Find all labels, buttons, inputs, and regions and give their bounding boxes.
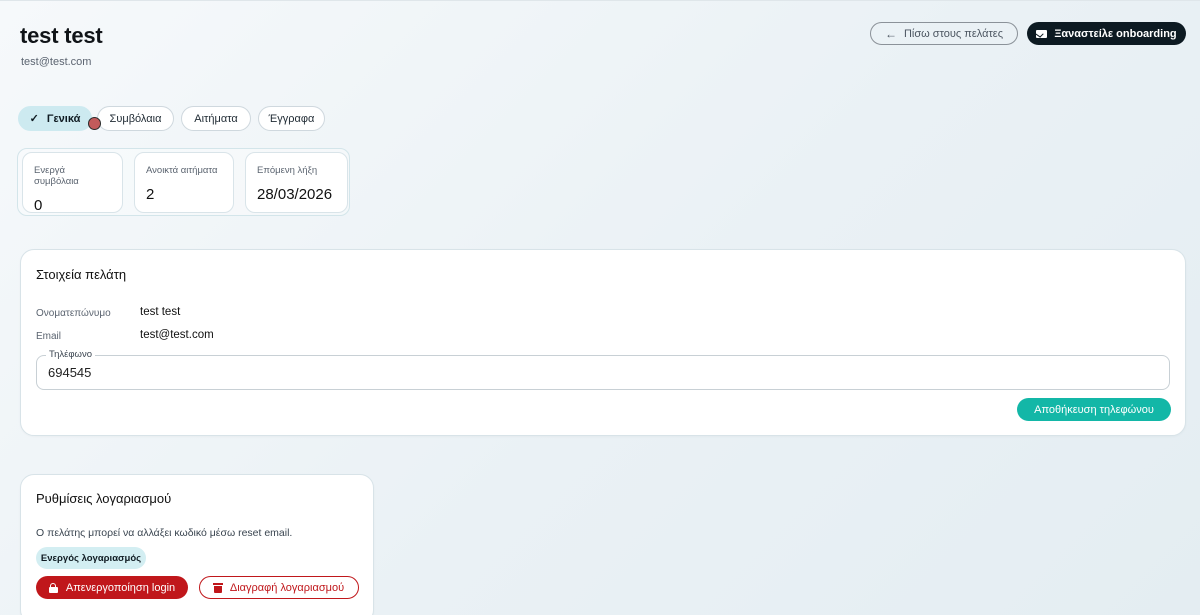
stat-value: 0 bbox=[34, 197, 43, 214]
stat-value: 28/03/2026 bbox=[257, 186, 333, 203]
save-phone-button[interactable]: Αποθήκευση τηλεφώνου bbox=[1017, 398, 1171, 421]
customer-details-card: Στοιχεία πελάτη Ονοματεπώνυμο test test … bbox=[20, 249, 1186, 436]
reset-info-text: Ο πελάτης μπορεί να αλλάξει κωδικό μέσω … bbox=[36, 527, 293, 539]
status-badge: Ενεργός λογαριασμός bbox=[36, 547, 146, 569]
onboarding-button-label: Ξαναστείλε onboarding bbox=[1054, 27, 1177, 40]
phone-input[interactable] bbox=[48, 365, 648, 380]
email-label: Email bbox=[36, 331, 62, 342]
resend-onboarding-button[interactable]: Ξαναστείλε onboarding bbox=[1027, 22, 1186, 45]
back-button-label: Πίσω στους πελάτες bbox=[903, 27, 1004, 40]
lock-icon bbox=[48, 582, 58, 593]
arrow-left-icon: ← bbox=[884, 26, 897, 41]
email-value: test@test.com bbox=[140, 329, 214, 341]
page-subtitle-email: test@test.com bbox=[21, 56, 92, 68]
stat-label: Επόμενη λήξη bbox=[257, 165, 318, 176]
stat-label: Ενεργά συμβόλαια bbox=[34, 165, 79, 187]
check-icon: ✓ bbox=[29, 113, 39, 125]
stat-value: 2 bbox=[146, 186, 155, 203]
tab-documents-label: Έγγραφα bbox=[268, 112, 315, 125]
tab-contracts-label: Συμβόλαια bbox=[109, 112, 162, 125]
fullname-value: test test bbox=[140, 306, 181, 318]
phone-field[interactable]: Τηλέφωνο bbox=[36, 349, 1170, 390]
tab-documents[interactable]: Έγγραφα bbox=[258, 106, 325, 131]
delete-account-button[interactable]: Διαγραφή λογαριασμού bbox=[199, 576, 359, 599]
fullname-label: Ονοματεπώνυμο bbox=[36, 308, 111, 319]
stat-active-contracts: Ενεργά συμβόλαια 0 bbox=[22, 152, 123, 214]
stat-label: Ανοικτά αιτήματα bbox=[146, 165, 218, 176]
card-title: Ρυθμίσεις λογαριασμού bbox=[36, 491, 172, 506]
account-settings-card: Ρυθμίσεις λογαριασμού Ο πελάτης μπορεί ν… bbox=[20, 474, 374, 615]
stat-next-expiry: Επόμενη λήξη 28/03/2026 bbox=[245, 152, 348, 213]
tab-contracts[interactable]: Συμβόλαια bbox=[97, 106, 174, 131]
card-title: Στοιχεία πελάτη bbox=[36, 267, 127, 282]
cursor-indicator bbox=[88, 117, 101, 130]
page-title: test test bbox=[20, 23, 103, 48]
disable-login-label: Απενεργοποίηση login bbox=[65, 581, 176, 594]
tab-requests[interactable]: Αιτήματα bbox=[181, 106, 251, 131]
stat-open-requests: Ανοικτά αιτήματα 2 bbox=[134, 152, 234, 213]
mail-check-icon bbox=[1036, 29, 1048, 38]
top-divider bbox=[0, 0, 1200, 1]
phone-field-label: Τηλέφωνο bbox=[46, 349, 95, 360]
disable-login-button[interactable]: Απενεργοποίηση login bbox=[36, 576, 188, 599]
trash-icon bbox=[212, 582, 223, 593]
tab-requests-label: Αιτήματα bbox=[194, 112, 238, 125]
tab-general-label: Γενικά bbox=[46, 112, 81, 125]
stats-group: Ενεργά συμβόλαια 0 Ανοικτά αιτήματα 2 Επ… bbox=[17, 148, 350, 216]
tab-general[interactable]: ✓ Γενικά bbox=[18, 106, 92, 131]
back-to-customers-button[interactable]: ← Πίσω στους πελάτες bbox=[870, 22, 1018, 45]
delete-account-label: Διαγραφή λογαριασμού bbox=[229, 581, 345, 594]
